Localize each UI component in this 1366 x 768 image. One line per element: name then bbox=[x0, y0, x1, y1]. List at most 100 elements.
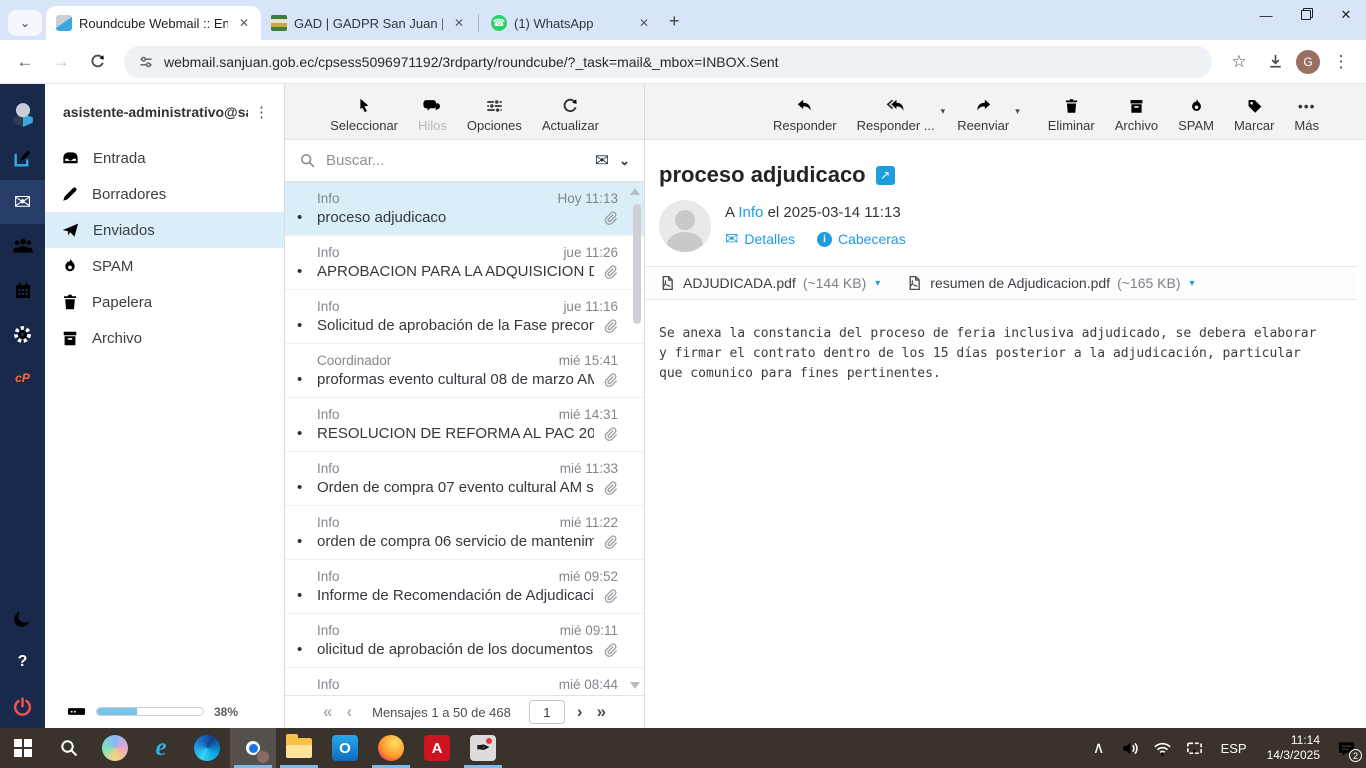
forward-button[interactable]: Reenviar bbox=[949, 97, 1017, 133]
new-tab-button[interactable]: + bbox=[669, 11, 680, 32]
threads-button[interactable]: Hilos bbox=[410, 97, 455, 133]
message-row[interactable]: Infomié 14:31 •RESOLUCION DE REFORMA AL … bbox=[285, 398, 644, 452]
start-button[interactable] bbox=[0, 728, 46, 768]
downloads-button[interactable] bbox=[1260, 47, 1290, 77]
open-in-new-window-button[interactable]: ↗ bbox=[876, 166, 895, 185]
folder-papelera[interactable]: Papelera bbox=[45, 284, 284, 320]
folder-enviados[interactable]: Enviados bbox=[45, 212, 284, 248]
page-input[interactable] bbox=[529, 700, 565, 724]
attachment-menu-caret-icon[interactable]: ▾ bbox=[1190, 278, 1195, 289]
archive-button[interactable]: Archivo bbox=[1107, 97, 1166, 133]
folder-spam[interactable]: SPAM bbox=[45, 248, 284, 284]
folder-entrada[interactable]: Entrada bbox=[45, 140, 284, 176]
tab-close-icon[interactable]: ✕ bbox=[450, 14, 468, 32]
scrollbar-thumb[interactable] bbox=[633, 204, 641, 324]
mark-button[interactable]: Marcar bbox=[1226, 97, 1282, 133]
help-button[interactable]: ? bbox=[0, 640, 45, 684]
firefox-button[interactable] bbox=[368, 728, 414, 768]
tab-search-button[interactable]: ⌄ bbox=[8, 10, 42, 36]
message-row[interactable]: InfoHoy 11:13 •proceso adjudicaco bbox=[285, 182, 644, 236]
forward-button[interactable]: → bbox=[46, 47, 76, 77]
wifi-icon[interactable] bbox=[1149, 728, 1177, 768]
tab-whatsapp[interactable]: ☎ (1) WhatsApp ✕ bbox=[481, 6, 661, 40]
compose-button[interactable] bbox=[0, 136, 45, 180]
notification-center-button[interactable]: 2 bbox=[1332, 728, 1360, 768]
message-row[interactable]: Infomié 11:22 •orden de compra 06 servic… bbox=[285, 506, 644, 560]
logout-button[interactable] bbox=[0, 684, 45, 728]
profile-avatar[interactable]: G bbox=[1296, 50, 1320, 74]
calendar-nav-button[interactable] bbox=[0, 268, 45, 312]
chrome-button[interactable] bbox=[230, 728, 276, 768]
search-options-chevron-icon[interactable]: ⌄ bbox=[619, 153, 630, 169]
reply-all-caret-icon[interactable]: ▾ bbox=[941, 106, 946, 117]
headers-toggle[interactable]: iCabeceras bbox=[817, 231, 906, 247]
mail-nav-button[interactable]: ✉ bbox=[0, 180, 45, 224]
message-row[interactable]: Infomié 11:33 •Orden de compra 07 evento… bbox=[285, 452, 644, 506]
restore-button[interactable] bbox=[1286, 0, 1326, 30]
copilot-button[interactable] bbox=[92, 728, 138, 768]
reply-button[interactable]: Responder bbox=[765, 97, 845, 133]
attachment-item[interactable]: resumen de Adjudicacion.pdf (~165 KB) ▾ bbox=[906, 274, 1194, 292]
scroll-down-arrow[interactable] bbox=[630, 682, 640, 689]
forward-caret-icon[interactable]: ▾ bbox=[1015, 106, 1020, 117]
message-row[interactable]: Coordinadormié 15:41 •proformas evento c… bbox=[285, 344, 644, 398]
tab-close-icon[interactable]: ✕ bbox=[235, 14, 253, 32]
page-prev-button[interactable]: ‹ bbox=[344, 702, 354, 722]
spam-button[interactable]: SPAM bbox=[1170, 97, 1222, 133]
message-row[interactable]: Infojue 11:16 •Solicitud de aprobación d… bbox=[285, 290, 644, 344]
taskbar: e O A ✒ ∧ ESP 11:14 14/3/2025 2 bbox=[0, 728, 1366, 768]
tab-roundcube[interactable]: Roundcube Webmail :: Enviados ✕ bbox=[46, 6, 261, 40]
site-settings-icon[interactable] bbox=[138, 54, 154, 70]
acrobat-button[interactable]: A bbox=[414, 728, 460, 768]
settings-nav-button[interactable] bbox=[0, 312, 45, 356]
taskbar-search-button[interactable] bbox=[46, 728, 92, 768]
folders-panel: asistente-administrativo@sa... ⋮ Entrada… bbox=[45, 84, 285, 728]
search-scope-envelope-icon[interactable]: ✉ bbox=[595, 151, 609, 171]
more-button[interactable]: •••Más bbox=[1286, 97, 1327, 133]
bookmark-star-icon[interactable]: ☆ bbox=[1224, 47, 1254, 77]
connect-screen-icon[interactable] bbox=[1181, 728, 1209, 768]
folder-borradores[interactable]: Borradores bbox=[45, 176, 284, 212]
internet-explorer-button[interactable]: e bbox=[138, 728, 184, 768]
reply-all-button[interactable]: Responder ... bbox=[849, 97, 943, 133]
minimize-button[interactable]: — bbox=[1246, 0, 1286, 30]
tab-close-icon[interactable]: ✕ bbox=[635, 14, 653, 32]
folder-archivo[interactable]: Archivo bbox=[45, 320, 284, 356]
address-bar[interactable]: webmail.sanjuan.gob.ec/cpsess5096971192/… bbox=[124, 46, 1212, 78]
language-indicator[interactable]: ESP bbox=[1213, 741, 1255, 756]
dark-mode-button[interactable] bbox=[0, 596, 45, 640]
attachment-item[interactable]: ADJUDICADA.pdf (~144 KB) ▾ bbox=[659, 274, 880, 292]
outlook-button[interactable]: O bbox=[322, 728, 368, 768]
url-text[interactable]: webmail.sanjuan.gob.ec/cpsess5096971192/… bbox=[164, 54, 779, 70]
message-row[interactable]: Infomié 09:52 •Informe de Recomendación … bbox=[285, 560, 644, 614]
select-button[interactable]: Seleccionar bbox=[322, 97, 406, 133]
message-row[interactable]: Infojue 11:26 •APROBACION PARA LA ADQUIS… bbox=[285, 236, 644, 290]
cpanel-button[interactable]: cP bbox=[0, 356, 45, 400]
message-row[interactable]: Infomié 08:44 bbox=[285, 668, 644, 695]
reload-button[interactable] bbox=[82, 47, 112, 77]
java-app-button[interactable]: ✒ bbox=[460, 728, 506, 768]
delete-button[interactable]: Eliminar bbox=[1040, 97, 1103, 133]
attachment-menu-caret-icon[interactable]: ▾ bbox=[875, 278, 880, 289]
clock[interactable]: 11:14 14/3/2025 bbox=[1259, 733, 1328, 763]
page-first-button[interactable]: « bbox=[321, 702, 334, 722]
contacts-nav-button[interactable] bbox=[0, 224, 45, 268]
edge-button[interactable] bbox=[184, 728, 230, 768]
browser-menu-button[interactable]: ⋮ bbox=[1326, 47, 1356, 77]
page-last-button[interactable]: » bbox=[595, 702, 608, 722]
recipient-link[interactable]: Info bbox=[738, 204, 763, 221]
volume-icon[interactable] bbox=[1117, 728, 1145, 768]
tray-expand-button[interactable]: ∧ bbox=[1085, 728, 1113, 768]
page-next-button[interactable]: › bbox=[575, 702, 585, 722]
options-button[interactable]: Opciones bbox=[459, 97, 530, 133]
tab-gad[interactable]: GAD | GADPR San Juan | ✕ bbox=[261, 6, 476, 40]
back-button[interactable]: ← bbox=[10, 47, 40, 77]
message-row[interactable]: Infomié 09:11 •olicitud de aprobación de… bbox=[285, 614, 644, 668]
file-explorer-button[interactable] bbox=[276, 728, 322, 768]
scroll-up-arrow[interactable] bbox=[630, 188, 640, 195]
search-input[interactable] bbox=[326, 152, 585, 169]
details-toggle[interactable]: ✉Detalles bbox=[725, 229, 795, 249]
refresh-button[interactable]: Actualizar bbox=[534, 97, 607, 133]
account-menu-button[interactable]: ⋮ bbox=[248, 103, 276, 121]
close-button[interactable]: ✕ bbox=[1326, 0, 1366, 30]
